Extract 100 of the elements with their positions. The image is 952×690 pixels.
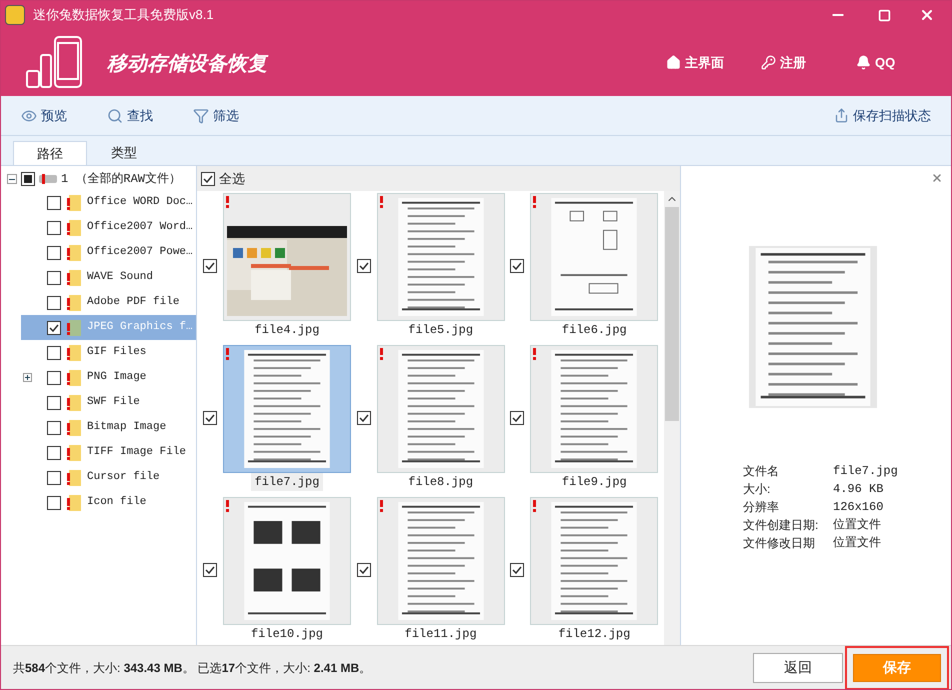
thumbnail-card[interactable] [530,193,658,321]
tree-item[interactable]: Office2007 Powe… [21,240,196,265]
checkbox[interactable] [47,346,61,360]
home-icon [666,55,681,70]
info-value: 4.96 KB [833,481,884,498]
nav-link[interactable]: QQ [856,52,951,72]
toolbar-button[interactable]: 筛选 [193,106,239,126]
file-name: file5.jpg [407,322,474,339]
info-label: 大小: [743,481,772,498]
file-name: file7.jpg [250,473,324,491]
collapse-toggle[interactable] [7,174,17,184]
checkbox[interactable] [47,220,61,234]
folder-warning-icon [67,344,81,361]
info-label: 文件修改日期 [743,535,816,552]
tab[interactable]: 路径 [13,141,87,165]
scrollbar[interactable] [664,191,680,645]
save-scan-button[interactable]: 保存扫描状态 [834,106,931,126]
tree-item[interactable]: WAVE Sound [21,265,196,290]
warning-icon [226,500,229,512]
file-name: file12.jpg [557,626,632,643]
nav-link[interactable]: 主界面 [666,52,761,72]
nav-link[interactable]: 注册 [761,52,856,72]
toolbar-button[interactable]: 预览 [21,106,67,126]
info-value: 位置文件 [833,535,881,552]
checkbox[interactable] [201,172,215,186]
checkbox[interactable] [47,370,61,384]
key-icon [761,55,776,70]
thumbnail-card[interactable] [223,497,351,625]
thumbnail-card[interactable] [376,193,505,321]
thumbnail-card[interactable] [223,345,351,473]
tree-item[interactable]: TIFF Image File [21,440,196,465]
checkbox[interactable] [510,411,524,425]
tree-item[interactable]: Office WORD Doc… [21,190,196,215]
checkbox[interactable] [47,496,61,510]
checkbox[interactable] [47,270,61,284]
info-value: 位置文件 [833,517,881,534]
info-label: 文件创建日期: [743,517,820,534]
checkbox[interactable] [203,411,217,425]
checkbox[interactable] [510,259,524,273]
tab[interactable]: 类型 [87,141,161,165]
close-icon[interactable] [931,172,943,184]
folder-warning-icon [67,444,81,461]
folder-warning-icon [67,219,81,236]
folder-warning-icon [67,269,81,286]
tree-item[interactable]: Cursor file [21,465,196,490]
window-title: 迷你兔数据恢复工具免费版v8.1 [33,6,214,24]
checkbox[interactable] [356,411,371,425]
tree-item[interactable]: Office2007 Word… [21,215,196,240]
scroll-thumb[interactable] [665,207,679,421]
warning-icon [533,348,536,360]
warning-icon [226,196,229,208]
back-button[interactable]: 返回 [753,652,843,682]
search-icon [107,108,123,124]
checkbox[interactable] [47,470,61,484]
checkbox[interactable] [47,396,61,410]
warning-icon [380,348,383,360]
checkbox[interactable] [47,320,61,334]
close-icon[interactable] [919,7,935,23]
toolbar-button[interactable]: 查找 [107,106,153,126]
checkbox[interactable] [47,196,61,210]
tree-item-label: 1 （全部的RAW文件） [61,171,182,188]
file-name: file8.jpg [407,474,474,491]
folder-warning-icon [67,319,81,336]
eye-icon [21,108,37,124]
thumbnail-card[interactable] [376,497,505,625]
checkbox[interactable] [203,259,217,273]
tree-item[interactable]: Bitmap Image [21,415,196,440]
tree-item[interactable]: Adobe PDF file [21,290,196,315]
checkbox[interactable] [203,563,217,577]
thumbnail-card[interactable] [530,345,658,473]
checkbox[interactable] [356,563,371,577]
tree-item[interactable]: GIF Files [21,340,196,365]
maximize-icon[interactable] [878,8,891,22]
warning-icon [380,500,383,512]
checkbox[interactable] [510,563,524,577]
warning-icon [533,500,536,512]
folder-warning-icon [67,419,81,436]
app-icon [5,5,25,25]
folder-warning-icon [67,194,81,211]
warning-icon [533,196,536,208]
bell-icon [856,55,871,70]
checkbox[interactable] [21,172,35,186]
thumbnail-card[interactable] [223,193,351,321]
expand-toggle[interactable] [23,373,32,382]
drive-icon [39,174,57,184]
select-all-label: 全选 [219,170,245,188]
tree-item[interactable]: SWF File [21,390,196,415]
devices-icon [25,35,85,90]
checkbox[interactable] [47,420,61,434]
checkbox[interactable] [47,446,61,460]
file-name: file6.jpg [560,322,628,339]
tree-item[interactable]: Icon file [21,490,196,515]
thumbnail-card[interactable] [530,497,658,625]
file-name: file4.jpg [254,322,320,339]
export-icon [834,108,849,123]
checkbox[interactable] [47,246,61,260]
checkbox[interactable] [356,259,371,273]
checkbox[interactable] [47,296,61,310]
thumbnail-card[interactable] [376,345,505,473]
tree-item[interactable]: PNG Image [21,365,196,390]
